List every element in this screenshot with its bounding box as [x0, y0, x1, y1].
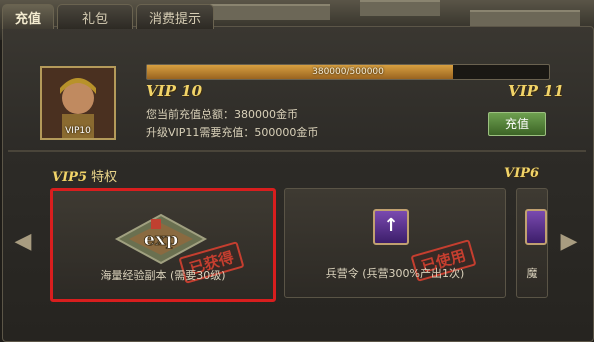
section-next-vip: VIP6 — [504, 166, 539, 181]
card-label: 海量经验副本 (需要30级) — [100, 269, 226, 282]
next-arrow-icon[interactable]: ▶ — [556, 228, 582, 256]
privilege-card-exp-dungeon[interactable]: exp 已获得 海量经验副本 (需要30级) — [50, 188, 276, 302]
exp-icon-text: exp — [144, 229, 179, 250]
recharge-button[interactable]: 充值 — [488, 112, 546, 136]
tab-consume-tips[interactable]: 消费提示 — [136, 4, 215, 29]
vip-progress-bar: 380000/500000 — [146, 64, 550, 80]
purple-item-icon — [525, 209, 547, 245]
vip-progress-text: 380000/500000 — [312, 67, 384, 77]
next-requirement-text: 升级VIP11需要充值：500000金币 — [146, 126, 319, 139]
vip-current-level: VIP 10 — [146, 82, 203, 100]
privilege-card-partial[interactable]: 魔 — [516, 188, 548, 298]
section-title: VIP5 特权 — [52, 166, 117, 185]
barracks-token-icon: ↑ — [373, 209, 409, 245]
privilege-card-barracks-token[interactable]: ↑ 已使用 兵营令 (兵营300%产出1次) — [284, 188, 506, 298]
card-label: 兵营令 (兵营300%产出1次) — [325, 267, 465, 280]
section-vip: VIP5 — [52, 170, 87, 185]
divider — [8, 150, 586, 152]
tab-bar: 充值 礼包 消费提示 — [2, 4, 217, 30]
avatar-level: VIP10 — [65, 126, 91, 136]
section-suffix: 特权 — [91, 170, 118, 185]
card-label: 魔 — [526, 267, 538, 280]
tab-recharge[interactable]: 充值 — [2, 4, 55, 29]
vip-next-level: VIP 11 — [508, 82, 565, 100]
tab-gift[interactable]: 礼包 — [57, 4, 134, 29]
avatar: VIP10 — [40, 66, 116, 140]
prev-arrow-icon[interactable]: ◀ — [10, 228, 36, 256]
total-recharge-text: 您当前充值总额：380000金币 — [146, 108, 298, 121]
